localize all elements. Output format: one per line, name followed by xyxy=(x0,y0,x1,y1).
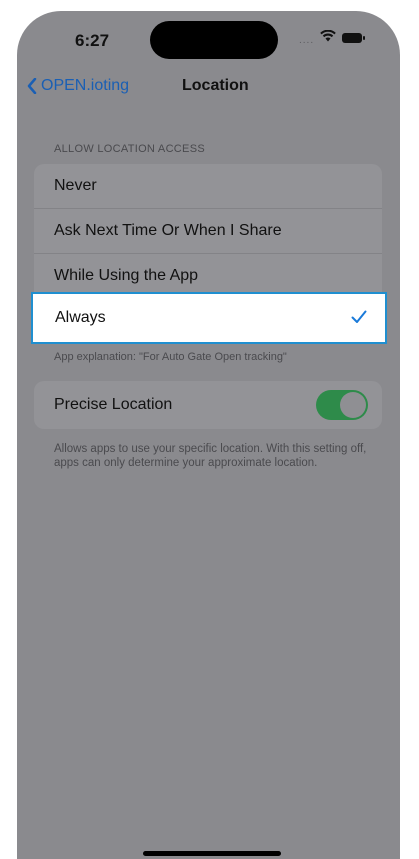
signal-icon: .... xyxy=(299,34,315,46)
option-ask-next-time[interactable]: Ask Next Time Or When I Share xyxy=(34,209,382,254)
option-never[interactable]: Never xyxy=(34,164,382,209)
precise-location-description: Allows apps to use your specific locatio… xyxy=(54,443,367,469)
section-header: ALLOW LOCATION ACCESS xyxy=(54,143,205,155)
battery-icon xyxy=(342,33,366,43)
precise-location-label: Precise Location xyxy=(54,396,173,413)
option-label: Always xyxy=(55,309,106,326)
dynamic-island xyxy=(150,21,278,59)
chevron-left-icon xyxy=(27,78,37,94)
page-title: Location xyxy=(182,77,249,94)
back-label: OPEN.ioting xyxy=(41,77,130,94)
home-indicator[interactable] xyxy=(143,851,281,856)
option-label: While Using the App xyxy=(54,267,199,284)
app-explanation: App explanation: "For Auto Gate Open tra… xyxy=(54,351,287,363)
precise-location-toggle[interactable] xyxy=(316,390,368,420)
precise-location-row: Precise Location xyxy=(34,381,382,429)
wifi-icon xyxy=(320,29,336,47)
toggle-knob xyxy=(340,392,366,418)
option-label: Never xyxy=(54,177,97,194)
checkmark-icon xyxy=(351,308,367,329)
status-icons: .... xyxy=(299,29,366,47)
back-button[interactable]: OPEN.ioting xyxy=(27,77,129,95)
phone-screen: 6:27 .... OPEN.ioting Location ALLOW LOC… xyxy=(17,11,400,859)
option-label: Ask Next Time Or When I Share xyxy=(54,222,282,239)
option-always[interactable]: Always xyxy=(31,292,387,344)
status-time: 6:27 xyxy=(75,31,110,50)
